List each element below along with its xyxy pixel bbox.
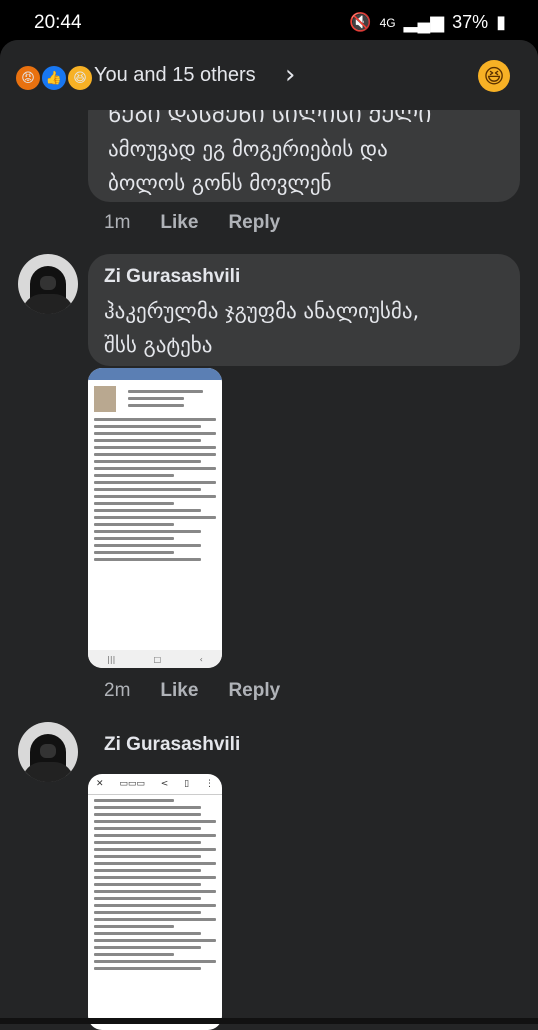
comment-text: ამოუვად ეგ მოგერიების და ბოლოს გონს მოვლ… bbox=[108, 137, 388, 195]
comment-actions: 2m Like Reply bbox=[104, 680, 280, 702]
reactions-label[interactable]: You and 15 others bbox=[94, 64, 256, 87]
battery-icon: ▮ bbox=[496, 12, 506, 32]
comment-actions: 1m Like Reply bbox=[104, 212, 280, 234]
status-bar: 20:44 🔇 4G ▂▄▆ 37% ▮ bbox=[0, 0, 538, 44]
reactions-summary[interactable]: 😡 👍 😆 bbox=[14, 64, 94, 92]
like-button[interactable]: Like bbox=[160, 680, 198, 702]
like-icon: 👍 bbox=[40, 64, 68, 92]
like-button[interactable]: Like bbox=[160, 212, 198, 234]
reactions-header[interactable]: 😡 👍 😆 You and 15 others › 😆 bbox=[0, 40, 538, 110]
react-emoji-button[interactable]: 😆 bbox=[478, 60, 510, 92]
chevron-right-icon[interactable]: › bbox=[285, 60, 295, 90]
reply-button[interactable]: Reply bbox=[228, 680, 280, 702]
avatar[interactable] bbox=[18, 722, 78, 782]
comment-text: ჰაკერულმა ჯგუფმა ანალიუსმა, შსს გატეხა bbox=[104, 299, 420, 357]
comment-image[interactable]: ✕ ▭▭▭ < ▯ ⋮ bbox=[88, 774, 222, 1030]
angry-icon: 😡 bbox=[14, 64, 42, 92]
comment-author[interactable]: Zi Gurasashvili bbox=[104, 734, 240, 756]
status-time: 20:44 bbox=[34, 12, 82, 33]
comment-author[interactable]: Zi Gurasashvili bbox=[104, 266, 240, 288]
haha-icon: 😆 bbox=[66, 64, 94, 92]
comment-time: 1m bbox=[104, 212, 131, 233]
reply-button[interactable]: Reply bbox=[228, 212, 280, 234]
battery-level: 37% bbox=[452, 12, 489, 32]
signal-icon: ▂▄▆ bbox=[403, 12, 445, 32]
comment-time: 2m bbox=[104, 680, 131, 701]
comment-image[interactable]: ||| □ ‹ bbox=[88, 368, 222, 668]
gesture-bar bbox=[0, 1018, 538, 1024]
status-icons: 🔇 4G ▂▄▆ 37% ▮ bbox=[349, 12, 506, 33]
comments-sheet: 😡 👍 😆 You and 15 others › 😆 ᲬᲔᲑᲘ ᲓᲐᲡᲛᲔᲜᲘ… bbox=[0, 40, 538, 1030]
avatar[interactable] bbox=[18, 254, 78, 314]
network-icon: 4G bbox=[379, 15, 396, 30]
comment-bubble[interactable]: Zi Gurasashvili ჰაკერულმა ჯგუფმა ანალიუს… bbox=[88, 254, 520, 366]
mute-icon: 🔇 bbox=[349, 12, 372, 32]
